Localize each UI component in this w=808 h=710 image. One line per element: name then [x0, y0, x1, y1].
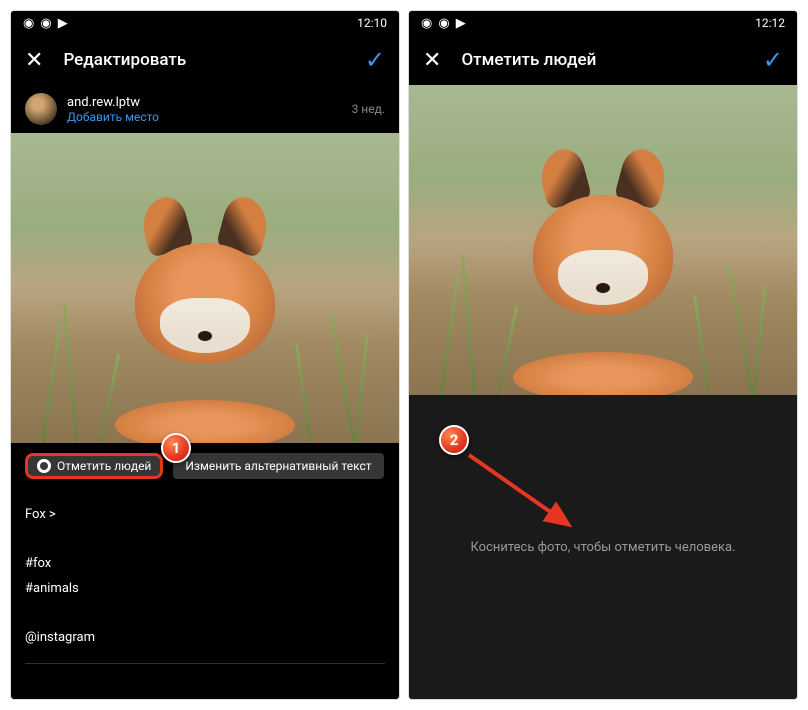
alt-text-button[interactable]: Изменить альтернативный текст: [173, 453, 383, 479]
status-icons-left: ◉ ◉ ▶: [23, 16, 68, 31]
add-place-link[interactable]: Добавить место: [67, 110, 352, 124]
play-icon: ▶: [456, 16, 466, 31]
confirm-icon[interactable]: ✓: [365, 46, 385, 74]
status-bar: ◉ ◉ ▶ 12:12: [409, 11, 797, 35]
caption-hashtag: #animals: [25, 577, 385, 600]
caption-hashtag: #fox: [25, 552, 385, 575]
tag-people-label: Отметить людей: [57, 459, 151, 473]
tap-hint-text: Коснитесь фото, чтобы отметить человека.: [470, 540, 735, 555]
status-bar: ◉ ◉ ▶ 12:10: [11, 11, 399, 35]
post-photo[interactable]: [11, 133, 399, 443]
header-title: Редактировать: [63, 50, 364, 70]
divider: [25, 663, 385, 664]
alt-text-label: Изменить альтернативный текст: [185, 459, 371, 473]
status-time: 12:10: [357, 16, 387, 30]
close-icon[interactable]: ✕: [25, 48, 43, 73]
arrow-icon: [464, 450, 584, 540]
viber-icon-2: ◉: [40, 16, 51, 31]
user-row: and.rew.lptw Добавить место 3 нед.: [11, 85, 399, 133]
phone-left: ◉ ◉ ▶ 12:10 ✕ Редактировать ✓ and.rew.lp…: [10, 10, 400, 700]
close-icon[interactable]: ✕: [423, 48, 441, 73]
tag-people-button[interactable]: Отметить людей: [25, 453, 163, 479]
viber-icon: ◉: [23, 16, 34, 31]
confirm-icon[interactable]: ✓: [763, 46, 783, 74]
step-marker-2: 2: [439, 425, 469, 455]
status-time: 12:12: [755, 16, 785, 30]
tag-area[interactable]: 2 Коснитесь фото, чтобы отметить человек…: [409, 395, 797, 699]
play-icon: ▶: [58, 16, 68, 31]
status-icons-left: ◉ ◉ ▶: [421, 16, 466, 31]
user-info: and.rew.lptw Добавить место: [67, 95, 352, 124]
step-marker-1: 1: [161, 433, 191, 463]
header: ✕ Редактировать ✓: [11, 35, 399, 85]
photo-actions-row: Отметить людей 1 Изменить альтернативный…: [11, 443, 399, 489]
username: and.rew.lptw: [67, 95, 352, 110]
header: ✕ Отметить людей ✓: [409, 35, 797, 85]
viber-icon-2: ◉: [438, 16, 449, 31]
header-title: Отметить людей: [461, 50, 762, 70]
caption-area[interactable]: Fox > #fox #animals @instagram: [11, 489, 399, 678]
caption-mention: @instagram: [25, 626, 385, 649]
caption-text: Fox >: [25, 503, 385, 526]
viber-icon: ◉: [421, 16, 432, 31]
phone-right: ◉ ◉ ▶ 12:12 ✕ Отметить людей ✓: [408, 10, 798, 700]
person-icon: [37, 459, 51, 473]
post-photo[interactable]: [409, 85, 797, 395]
time-ago: 3 нед.: [352, 102, 385, 116]
avatar[interactable]: [25, 93, 57, 125]
